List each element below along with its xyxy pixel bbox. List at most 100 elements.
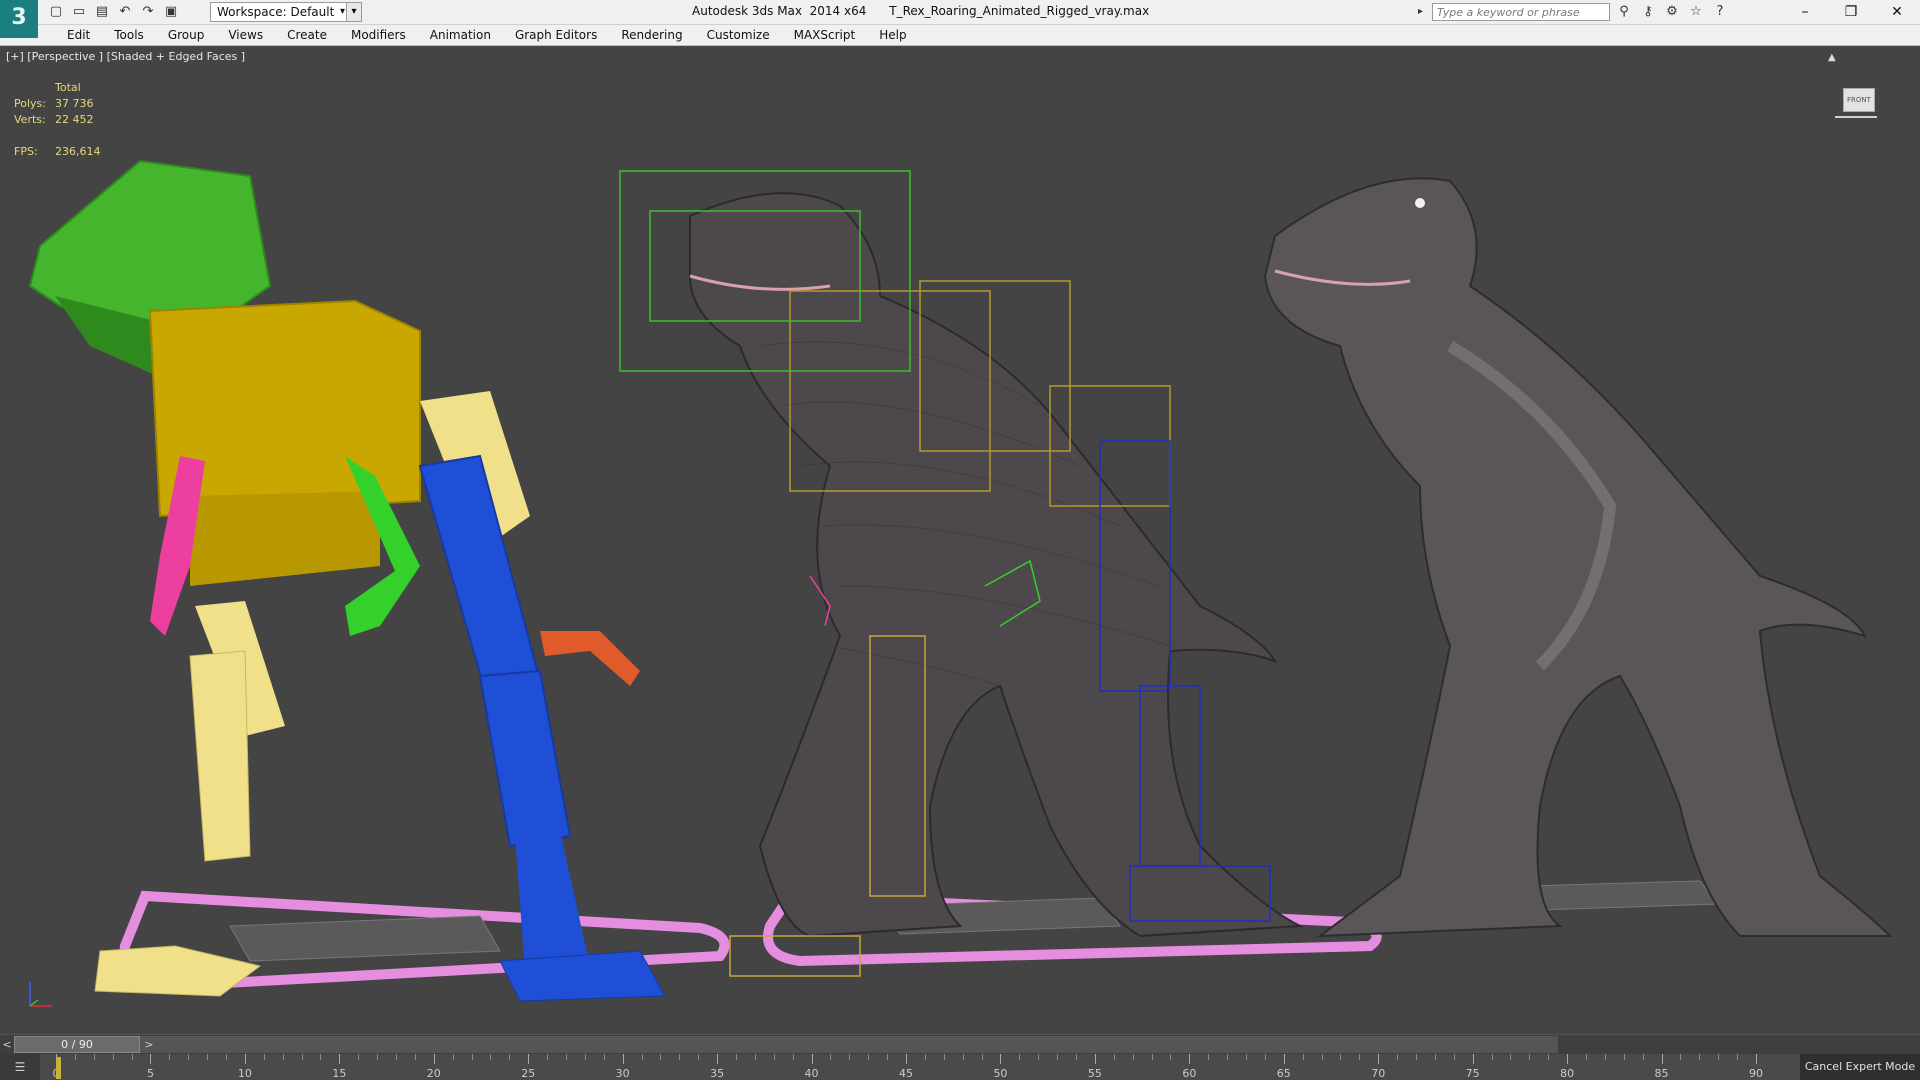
ruler-tick-label: 10 bbox=[237, 1067, 252, 1080]
menu-item-rendering[interactable]: Rendering bbox=[609, 27, 694, 43]
ruler-tick bbox=[1718, 1054, 1720, 1060]
minimize-icon[interactable]: – bbox=[1782, 0, 1828, 24]
help-icon[interactable]: ? bbox=[1710, 2, 1730, 22]
lock-icon[interactable]: ▲ bbox=[1828, 52, 1836, 63]
ruler-tick bbox=[868, 1054, 870, 1060]
menu-item-tools[interactable]: Tools bbox=[102, 27, 156, 43]
ruler-tick bbox=[188, 1054, 190, 1060]
ruler-tick-label: 35 bbox=[710, 1067, 725, 1080]
ruler-tick bbox=[1567, 1054, 1569, 1064]
next-frame-icon[interactable]: > bbox=[142, 1037, 156, 1053]
connect-icon[interactable]: ⚙ bbox=[1662, 2, 1682, 22]
cancel-expert-mode-button[interactable]: Cancel Expert Mode bbox=[1800, 1054, 1920, 1080]
menu-item-customize[interactable]: Customize bbox=[695, 27, 782, 43]
ruler-tick bbox=[1019, 1054, 1021, 1060]
ruler-tick-label: 50 bbox=[993, 1067, 1008, 1080]
ruler-tick bbox=[1321, 1054, 1323, 1060]
ruler-tick bbox=[301, 1054, 303, 1060]
workspace-label: Workspace: Default bbox=[217, 5, 335, 19]
hold-icon[interactable]: ▣ bbox=[161, 2, 181, 22]
ruler-tick bbox=[1548, 1054, 1550, 1060]
search-expand-icon[interactable]: ▸ bbox=[1418, 3, 1430, 21]
binoculars-icon[interactable]: ⚲ bbox=[1614, 2, 1634, 22]
file-name: T_Rex_Roaring_Animated_Rigged_vray.max bbox=[889, 4, 1150, 18]
ruler-tick bbox=[698, 1054, 700, 1060]
menu-item-graph-editors[interactable]: Graph Editors bbox=[503, 27, 609, 43]
perspective-viewport[interactable]: [+] [Perspective ] [Shaded + Edged Faces… bbox=[0, 46, 1920, 1034]
ruler-tick bbox=[528, 1054, 530, 1064]
time-slider[interactable]: < 0 / 90 > bbox=[0, 1034, 1920, 1055]
ruler-tick bbox=[169, 1054, 171, 1060]
search-input[interactable]: Type a keyword or phrase bbox=[1432, 3, 1610, 21]
viewcube-front-face[interactable]: FRONT bbox=[1843, 88, 1875, 112]
ruler-tick bbox=[1699, 1054, 1701, 1060]
viewcube-compass[interactable] bbox=[1835, 110, 1877, 118]
redo-icon[interactable]: ↷ bbox=[138, 2, 158, 22]
ruler-tick bbox=[830, 1054, 832, 1060]
ruler-tick bbox=[584, 1054, 586, 1060]
ruler-tick bbox=[1529, 1054, 1531, 1060]
ruler-tick bbox=[660, 1054, 662, 1060]
undo-icon[interactable]: ↶ bbox=[115, 2, 135, 22]
ruler-tick-label: 40 bbox=[804, 1067, 819, 1080]
current-frame-marker[interactable] bbox=[56, 1057, 61, 1079]
quick-access-toolbar: ▢ ▭ ▤ ↶ ↷ ▣ bbox=[46, 2, 181, 22]
ruler-tick bbox=[207, 1054, 209, 1060]
mini-curve-editor-icon[interactable]: ☰ bbox=[6, 1058, 34, 1076]
menu-item-modifiers[interactable]: Modifiers bbox=[339, 27, 418, 43]
scene-statistics: Total Polys: 37 736 Verts: 22 452 FPS: 236,… bbox=[14, 80, 101, 160]
ruler-tick bbox=[1113, 1054, 1115, 1060]
ruler-tick bbox=[943, 1054, 945, 1060]
polys-value: 37 736 bbox=[55, 97, 94, 110]
ruler-tick bbox=[1000, 1054, 1002, 1064]
ruler-tick bbox=[641, 1054, 643, 1060]
ruler-tick bbox=[131, 1054, 133, 1060]
time-slider-track[interactable] bbox=[14, 1036, 1558, 1053]
menu-item-create[interactable]: Create bbox=[275, 27, 339, 43]
menu-item-help[interactable]: Help bbox=[867, 27, 918, 43]
previous-frame-icon[interactable]: < bbox=[0, 1037, 14, 1053]
ruler-tick bbox=[1170, 1054, 1172, 1060]
ruler-tick bbox=[244, 1054, 246, 1064]
ruler-tick bbox=[1283, 1054, 1285, 1064]
restore-icon[interactable]: ❐ bbox=[1828, 0, 1874, 24]
chevron-down-icon: ▾ bbox=[339, 6, 345, 17]
menu-item-edit[interactable]: Edit bbox=[55, 27, 102, 43]
ruler-tick bbox=[1264, 1054, 1266, 1060]
ruler-tick bbox=[282, 1054, 284, 1060]
key-icon[interactable]: ⚷ bbox=[1638, 2, 1658, 22]
workspace-dropdown[interactable]: Workspace: Default ▾ bbox=[210, 2, 350, 22]
close-icon[interactable]: ✕ bbox=[1874, 0, 1920, 24]
ruler-tick bbox=[1604, 1054, 1606, 1060]
time-slider-thumb[interactable]: 0 / 90 bbox=[14, 1036, 140, 1053]
star-icon[interactable]: ☆ bbox=[1686, 2, 1706, 22]
ruler-tick bbox=[603, 1054, 605, 1060]
window-controls: – ❐ ✕ bbox=[1782, 0, 1920, 24]
viewport-label[interactable]: [+] [Perspective ] [Shaded + Edged Faces… bbox=[6, 50, 245, 63]
verts-label: Verts: bbox=[14, 113, 46, 126]
ruler-tick-label: 85 bbox=[1654, 1067, 1669, 1080]
open-file-icon[interactable]: ▭ bbox=[69, 2, 89, 22]
ruler-tick bbox=[1151, 1054, 1153, 1060]
ruler-tick bbox=[849, 1054, 851, 1060]
ruler-tick bbox=[1586, 1054, 1587, 1060]
frame-ruler[interactable]: 051015202530354045505560657075808590 bbox=[40, 1054, 1800, 1080]
app-logo-icon[interactable]: 3 bbox=[0, 0, 38, 38]
biped-tail bbox=[540, 631, 640, 686]
ruler-tick bbox=[1510, 1054, 1512, 1060]
ruler-tick bbox=[509, 1054, 511, 1060]
viewcube[interactable]: FRONT bbox=[1835, 82, 1877, 120]
menu-item-animation[interactable]: Animation bbox=[418, 27, 503, 43]
dinosaur-eye bbox=[1415, 198, 1425, 208]
fps-label: FPS: bbox=[14, 145, 38, 158]
save-icon[interactable]: ▤ bbox=[92, 2, 112, 22]
workspace-more-icon[interactable]: ▾ bbox=[346, 2, 362, 22]
menu-item-group[interactable]: Group bbox=[156, 27, 217, 43]
axis-tripod-icon bbox=[29, 982, 52, 1007]
menu-item-maxscript[interactable]: MAXScript bbox=[782, 27, 868, 43]
ruler-tick bbox=[1208, 1054, 1210, 1060]
scene-render bbox=[28, 159, 1893, 1002]
new-file-icon[interactable]: ▢ bbox=[46, 2, 66, 22]
menu-item-views[interactable]: Views bbox=[216, 27, 275, 43]
ruler-tick bbox=[1623, 1054, 1625, 1060]
